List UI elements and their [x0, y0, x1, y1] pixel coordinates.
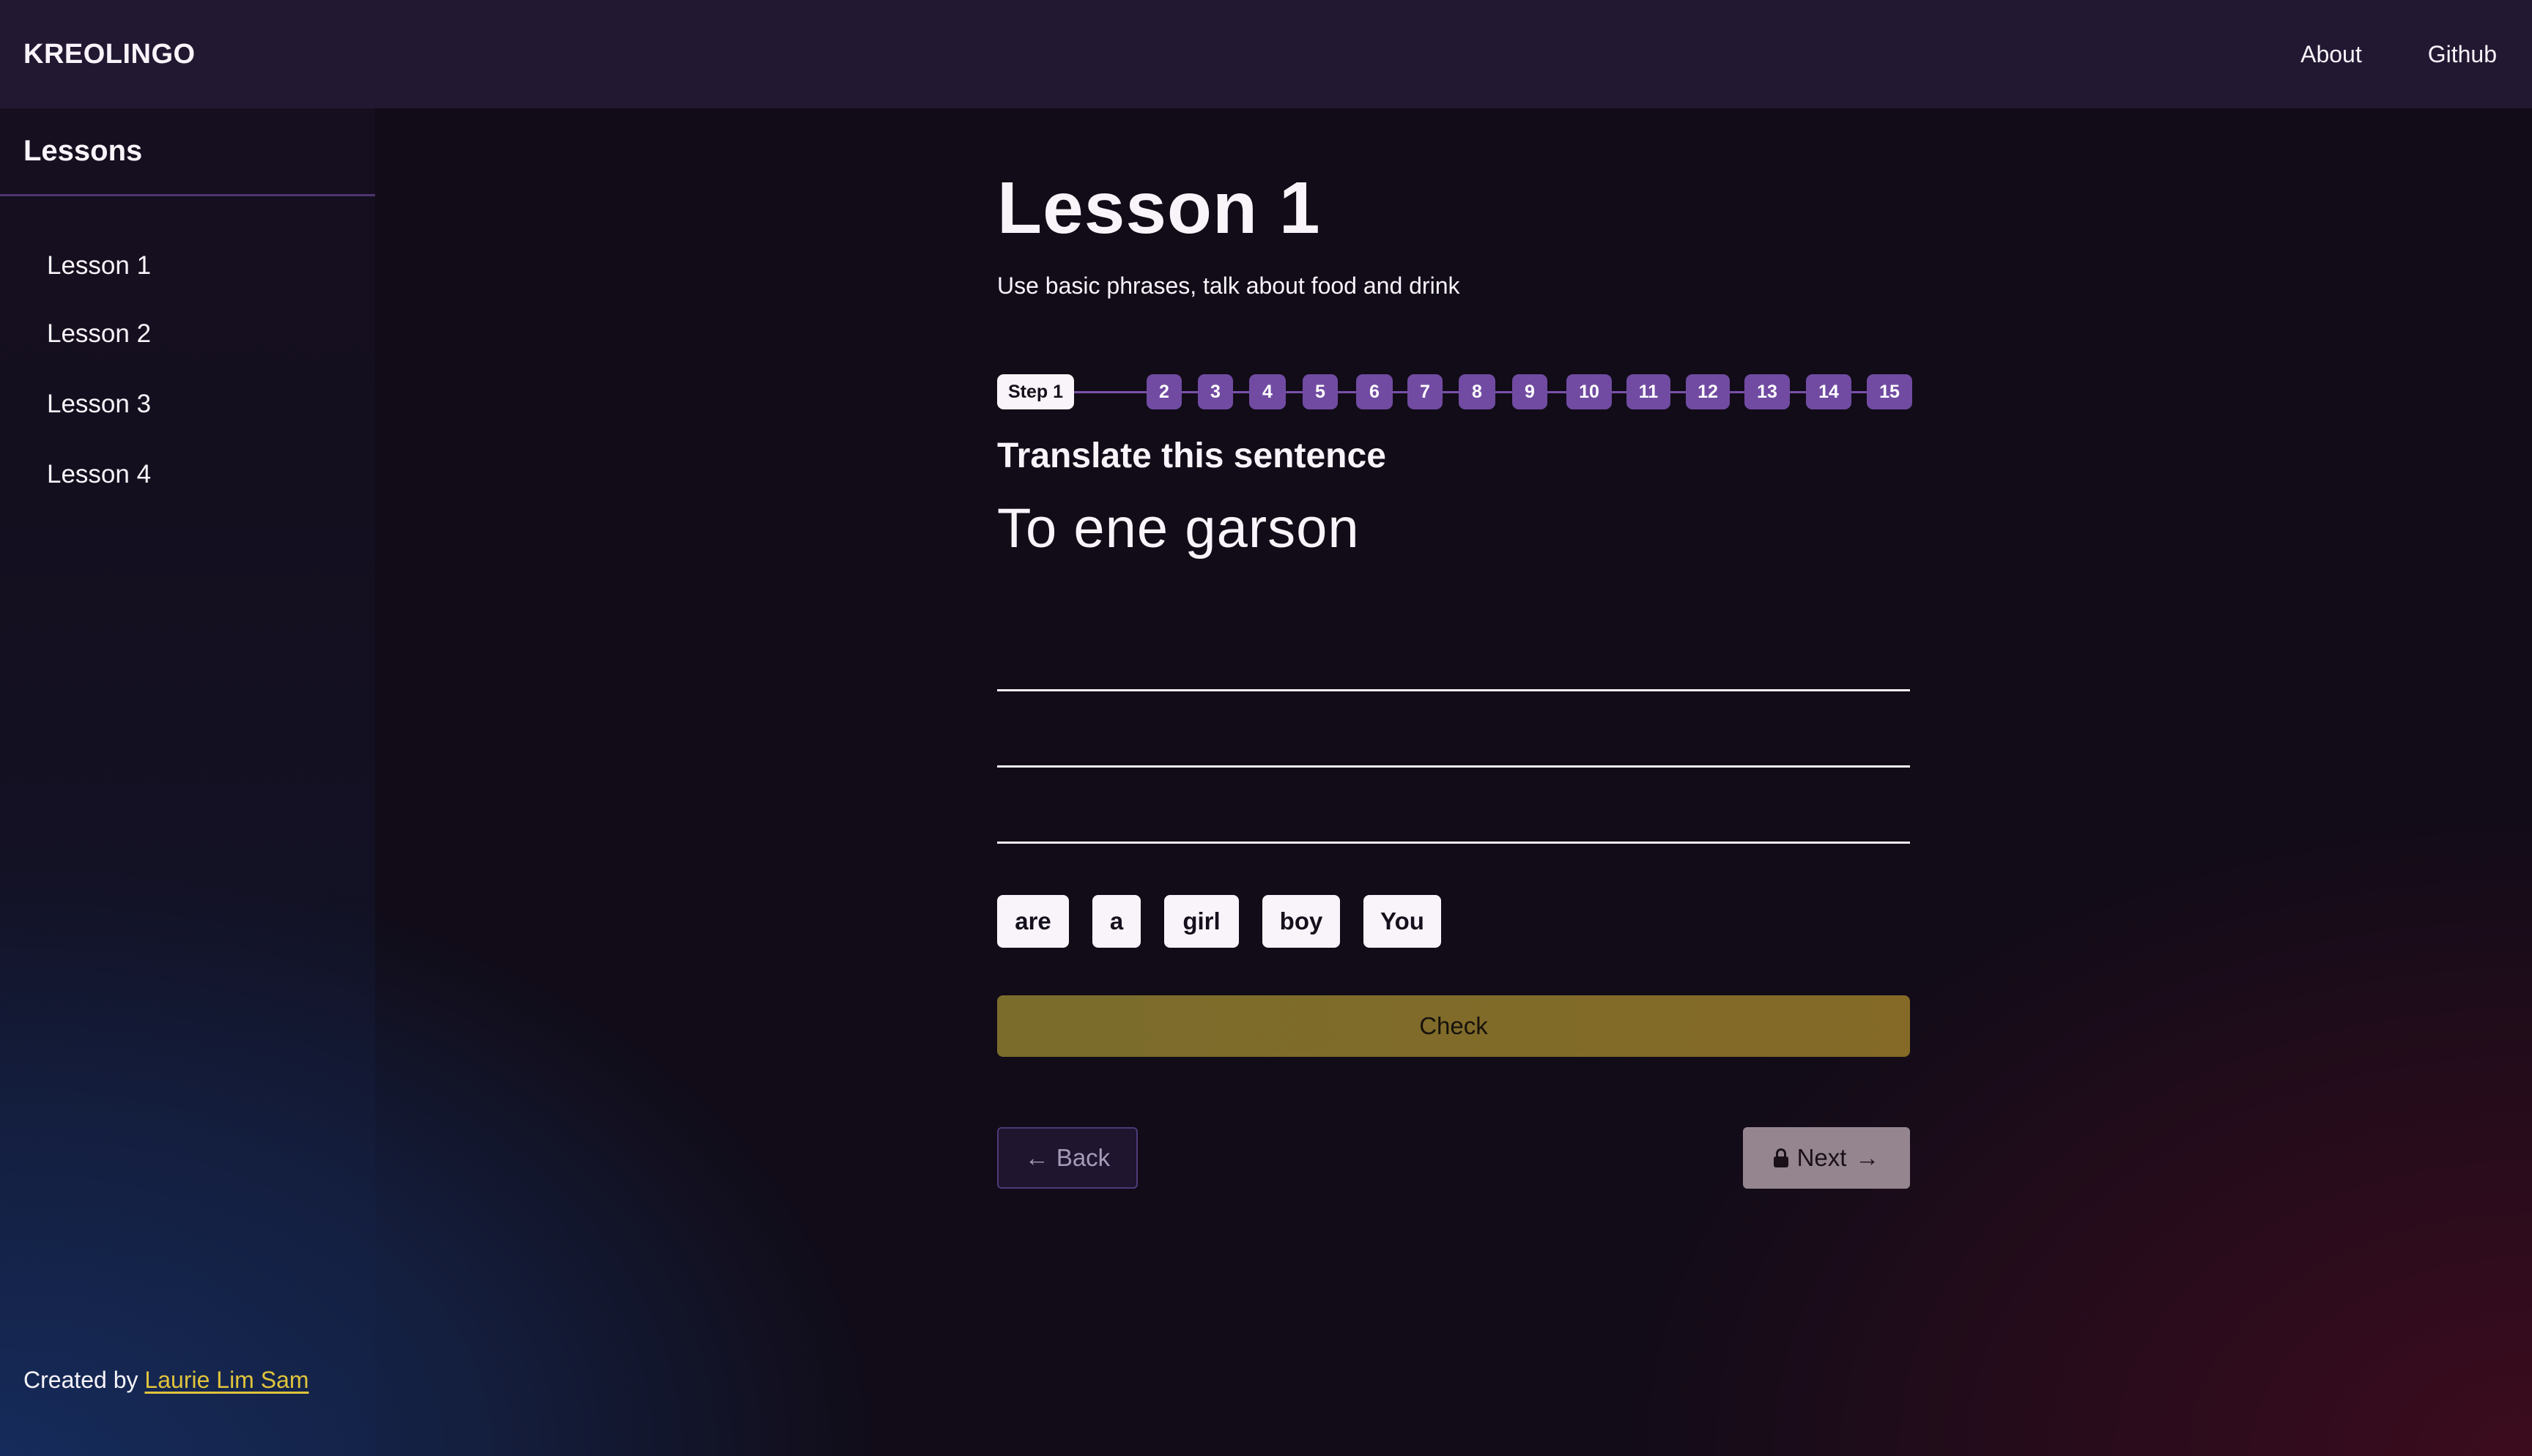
back-label: Back	[1056, 1143, 1111, 1171]
page-title: Lesson 1	[997, 167, 1321, 249]
lesson-content: Lesson 1 Use basic phrases, talk about f…	[997, 108, 1912, 1189]
lesson-list: Lesson 1 Lesson 2 Lesson 3 Lesson 4	[0, 196, 375, 510]
lesson-navigation: ← Back Next →	[997, 1126, 1910, 1189]
word-bank: are a girl boy You	[997, 894, 1910, 948]
lock-icon	[1773, 1148, 1788, 1167]
step-3[interactable]: 3	[1198, 374, 1233, 409]
lessons-sidebar: Lessons Lesson 1 Lesson 2 Lesson 3 Lesso…	[0, 108, 375, 1456]
step-9[interactable]: 9	[1512, 374, 1547, 409]
header-nav: About Github	[2235, 41, 2497, 68]
author-link[interactable]: Laurie Lim Sam	[144, 1367, 308, 1393]
source-sentence: To ene garson	[997, 497, 1360, 560]
step-14[interactable]: 14	[1806, 374, 1851, 409]
step-12[interactable]: 12	[1686, 374, 1730, 409]
nav-github-link[interactable]: Github	[2428, 41, 2497, 68]
word-chip[interactable]: girl	[1164, 894, 1239, 948]
back-button[interactable]: ← Back	[997, 1126, 1138, 1189]
step-10[interactable]: 10	[1566, 374, 1612, 409]
step-5[interactable]: 5	[1303, 374, 1338, 409]
word-chip[interactable]: a	[1092, 894, 1141, 948]
sidebar-item-lesson-1[interactable]: Lesson 1	[0, 233, 375, 299]
step-7[interactable]: 7	[1407, 374, 1443, 409]
brand-logo[interactable]: KREOLINGO	[23, 39, 196, 70]
step-6[interactable]: 6	[1356, 374, 1393, 409]
nav-about-link[interactable]: About	[2300, 41, 2362, 68]
footer-credit: Created by Laurie Lim Sam	[23, 1367, 309, 1394]
word-chip[interactable]: You	[1363, 894, 1441, 948]
sidebar-title: Lessons	[0, 108, 375, 196]
top-nav-bar: KREOLINGO About Github	[0, 0, 2532, 108]
step-current[interactable]: Step 1	[997, 374, 1074, 409]
step-progress: Step 1 2 3 4 5 6 7 8 9 10 11 12 13 14 15	[997, 374, 1912, 409]
answer-area[interactable]	[997, 625, 1910, 844]
answer-line[interactable]	[997, 625, 1910, 691]
next-button[interactable]: Next →	[1743, 1126, 1910, 1189]
word-chip[interactable]: are	[997, 894, 1069, 948]
sidebar-item-lesson-2[interactable]: Lesson 2	[0, 299, 375, 369]
task-instruction: Translate this sentence	[997, 437, 1386, 475]
next-label: Next	[1796, 1143, 1847, 1171]
step-4[interactable]: 4	[1249, 374, 1286, 409]
arrow-right-icon: →	[1855, 1143, 1880, 1171]
answer-line[interactable]	[997, 691, 1910, 768]
credit-prefix: Created by	[23, 1367, 138, 1393]
step-13[interactable]: 13	[1744, 374, 1790, 409]
step-11[interactable]: 11	[1626, 374, 1670, 409]
answer-line[interactable]	[997, 768, 1910, 844]
step-15[interactable]: 15	[1867, 374, 1912, 409]
lesson-subtitle: Use basic phrases, talk about food and d…	[997, 272, 1460, 299]
sidebar-item-lesson-4[interactable]: Lesson 4	[0, 439, 375, 510]
check-button[interactable]: Check	[997, 995, 1910, 1057]
step-2[interactable]: 2	[1147, 374, 1182, 409]
step-8[interactable]: 8	[1459, 374, 1495, 409]
word-chip[interactable]: boy	[1262, 894, 1340, 948]
arrow-left-icon: ←	[1024, 1143, 1049, 1171]
sidebar-item-lesson-3[interactable]: Lesson 3	[0, 369, 375, 439]
